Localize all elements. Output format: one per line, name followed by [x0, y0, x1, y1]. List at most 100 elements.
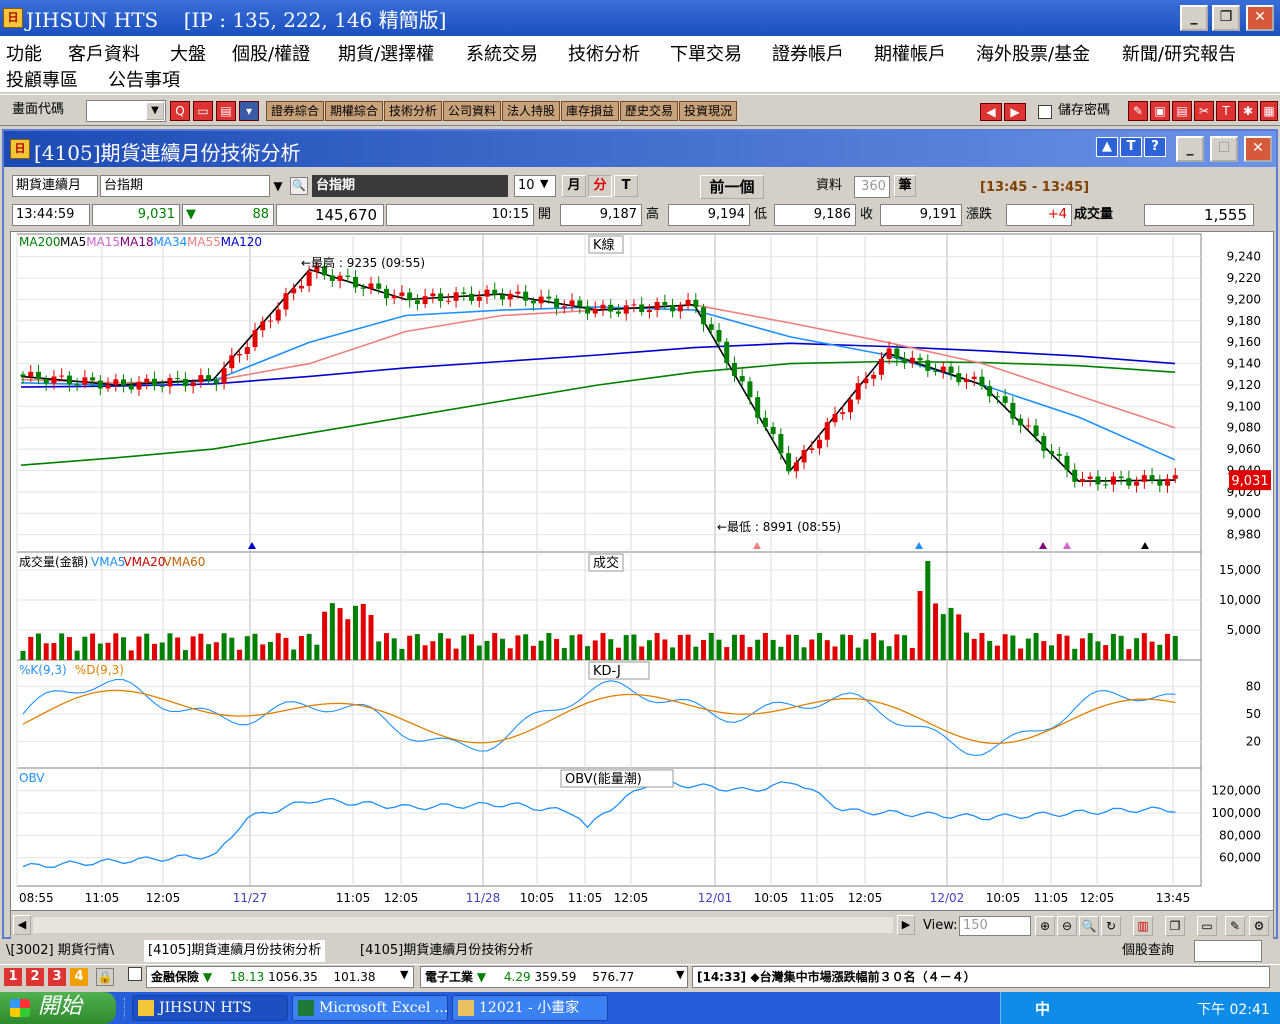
- menu-item-announcement[interactable]: 公告事項: [108, 66, 180, 92]
- image-icon[interactable]: ▣: [1150, 101, 1170, 121]
- arrow-right-icon[interactable]: ▶: [1004, 103, 1026, 121]
- menu-item-news[interactable]: 新聞/研究報告: [1122, 40, 1236, 66]
- page-1-button[interactable]: 1: [4, 968, 22, 986]
- lock-icon[interactable]: 🔒: [96, 968, 114, 986]
- cut-icon[interactable]: ✂: [1194, 101, 1214, 121]
- taskbar-item-excel[interactable]: Microsoft Excel ...: [292, 995, 448, 1021]
- copy-icon[interactable]: ❐: [1165, 916, 1185, 936]
- candle-body: [1095, 476, 1101, 485]
- child-minimize-button[interactable]: _: [1176, 136, 1204, 162]
- menu-item-customer[interactable]: 客戶資料: [68, 40, 140, 66]
- institutional-button[interactable]: 法人持股: [502, 101, 560, 121]
- search-chart-icon[interactable]: 🔍: [1079, 916, 1099, 936]
- settings-icon[interactable]: ⚙: [1249, 916, 1269, 936]
- menu-item-securities-account[interactable]: 證券帳戶: [772, 40, 844, 66]
- x-tick-label: 10:05: [520, 891, 555, 905]
- minimize-button[interactable]: _: [1180, 5, 1208, 31]
- tech-analysis-button[interactable]: 技術分析: [384, 101, 442, 121]
- menu-item-function[interactable]: 功能: [6, 40, 42, 66]
- trade-history-button[interactable]: 歷史交易: [620, 101, 678, 121]
- securities-summary-button[interactable]: 證券綜合: [266, 101, 324, 121]
- page-4-button[interactable]: 4: [70, 968, 88, 986]
- save-password-checkbox[interactable]: [1038, 105, 1052, 119]
- investment-status-button[interactable]: 投資現況: [679, 101, 737, 121]
- g2-dropdown-icon[interactable]: ▼: [676, 968, 684, 981]
- product-type-field[interactable]: 期貨連續月: [12, 175, 98, 197]
- up-icon[interactable]: ▲: [1096, 137, 1118, 157]
- chevron-down-icon[interactable]: ▼: [146, 102, 164, 120]
- tools-icon[interactable]: ✱: [1238, 101, 1258, 121]
- menu-item-system-trade[interactable]: 系統交易: [466, 40, 538, 66]
- tab-4105-a[interactable]: [4105]期貨連續月份技術分析: [144, 940, 326, 962]
- stock-query-input[interactable]: [1194, 940, 1262, 962]
- zoom-out-icon[interactable]: ⊖: [1057, 916, 1077, 936]
- panel-tag: OBV(能量潮): [565, 772, 642, 787]
- printer-icon[interactable]: ▤: [1172, 101, 1192, 121]
- text-icon[interactable]: T: [1216, 101, 1236, 121]
- taskbar-item-jihsun[interactable]: JIHSUN HTS: [132, 995, 288, 1021]
- scroll-right-icon[interactable]: ▶: [897, 915, 915, 935]
- inventory-pl-button[interactable]: 庫存損益: [561, 101, 619, 121]
- window-icon[interactable]: ▭: [1197, 916, 1217, 936]
- candle-body: [151, 378, 157, 387]
- zoom-in-icon[interactable]: ⊕: [1035, 916, 1055, 936]
- candle-body: [206, 375, 212, 380]
- minute-button[interactable]: 分: [588, 175, 612, 197]
- indicator-icon[interactable]: ▥: [1133, 916, 1153, 936]
- open-label: 開: [538, 207, 552, 222]
- scroll-left-icon[interactable]: ◀: [13, 915, 31, 935]
- close-button[interactable]: ✕: [1246, 5, 1274, 31]
- period-chevron-icon[interactable]: ▼: [540, 177, 548, 190]
- news-ticker[interactable]: [14:33] ◆台灣集中市場漲跌幅前３０名（４－４）: [692, 966, 1270, 988]
- product-field[interactable]: 台指期: [100, 175, 270, 197]
- volume-bar: [337, 608, 343, 660]
- child-close-button[interactable]: ✕: [1244, 136, 1272, 162]
- child-maximize-button[interactable]: ☐: [1210, 136, 1238, 162]
- print-icon[interactable]: ▤: [216, 101, 236, 121]
- tab-4105-b[interactable]: [4105]期貨連續月份技術分析: [360, 940, 533, 962]
- menu-item-advisory[interactable]: 投顧專區: [6, 66, 78, 92]
- options-summary-button[interactable]: 期權綜合: [325, 101, 383, 121]
- product-dropdown-icon[interactable]: ▼: [270, 175, 286, 197]
- help-button[interactable]: ?: [1144, 137, 1166, 157]
- volume-bar: [1072, 648, 1078, 660]
- draw-icon[interactable]: ✎: [1225, 916, 1245, 936]
- menu-item-tech-analysis[interactable]: 技術分析: [568, 40, 640, 66]
- volume-bar: [871, 633, 877, 660]
- ticker-checkbox[interactable]: [128, 967, 142, 981]
- menu-item-futures[interactable]: 期貨/選擇權: [338, 40, 434, 66]
- maximize-button[interactable]: ❐: [1212, 5, 1240, 31]
- tick-button[interactable]: T: [614, 175, 638, 197]
- prev-button[interactable]: 前一個: [700, 175, 764, 199]
- g1-dropdown-icon[interactable]: ▼: [400, 968, 408, 981]
- menu-item-market[interactable]: 大盤: [170, 40, 206, 66]
- arrow-left-icon[interactable]: ◀: [980, 103, 1002, 121]
- chart-area[interactable]: 08:55 11:05 12:05 11/27 11:05 12:05 11/28 10:05…: [10, 231, 1274, 941]
- folder-icon[interactable]: ▭: [193, 101, 213, 121]
- layout-icon[interactable]: ▦: [1260, 101, 1278, 121]
- refresh-icon[interactable]: ↻: [1101, 916, 1121, 936]
- candle-body: [693, 299, 699, 308]
- menu-item-stock[interactable]: 個股/權證: [232, 40, 310, 66]
- page-2-button[interactable]: 2: [26, 968, 44, 986]
- candle-body: [499, 294, 505, 300]
- magnifier-icon[interactable]: 🔍: [290, 177, 308, 195]
- menu-item-overseas[interactable]: 海外股票/基金: [976, 40, 1090, 66]
- tab-3002[interactable]: \[3002] 期貨行情\: [6, 940, 114, 962]
- data-count-input[interactable]: 360: [854, 176, 890, 198]
- menu-item-order[interactable]: 下單交易: [670, 40, 742, 66]
- search-icon[interactable]: Q: [170, 101, 190, 121]
- t-button[interactable]: T: [1120, 137, 1142, 157]
- ime-indicator[interactable]: 中: [1035, 998, 1050, 1019]
- company-info-button[interactable]: 公司資料: [443, 101, 501, 121]
- menu-item-options-account[interactable]: 期權帳戶: [874, 40, 946, 66]
- month-button[interactable]: 月: [562, 175, 586, 197]
- page-3-button[interactable]: 3: [48, 968, 66, 986]
- dropdown-icon[interactable]: ▾: [239, 101, 259, 121]
- horizontal-scrollbar[interactable]: [33, 917, 893, 933]
- period-select[interactable]: 10: [514, 175, 556, 197]
- view-input[interactable]: 150: [959, 916, 1031, 936]
- taskbar-item-paint[interactable]: 12021 - 小畫家: [452, 995, 608, 1021]
- edit-icon[interactable]: ✎: [1128, 101, 1148, 121]
- data-unit-button[interactable]: 筆: [894, 175, 916, 197]
